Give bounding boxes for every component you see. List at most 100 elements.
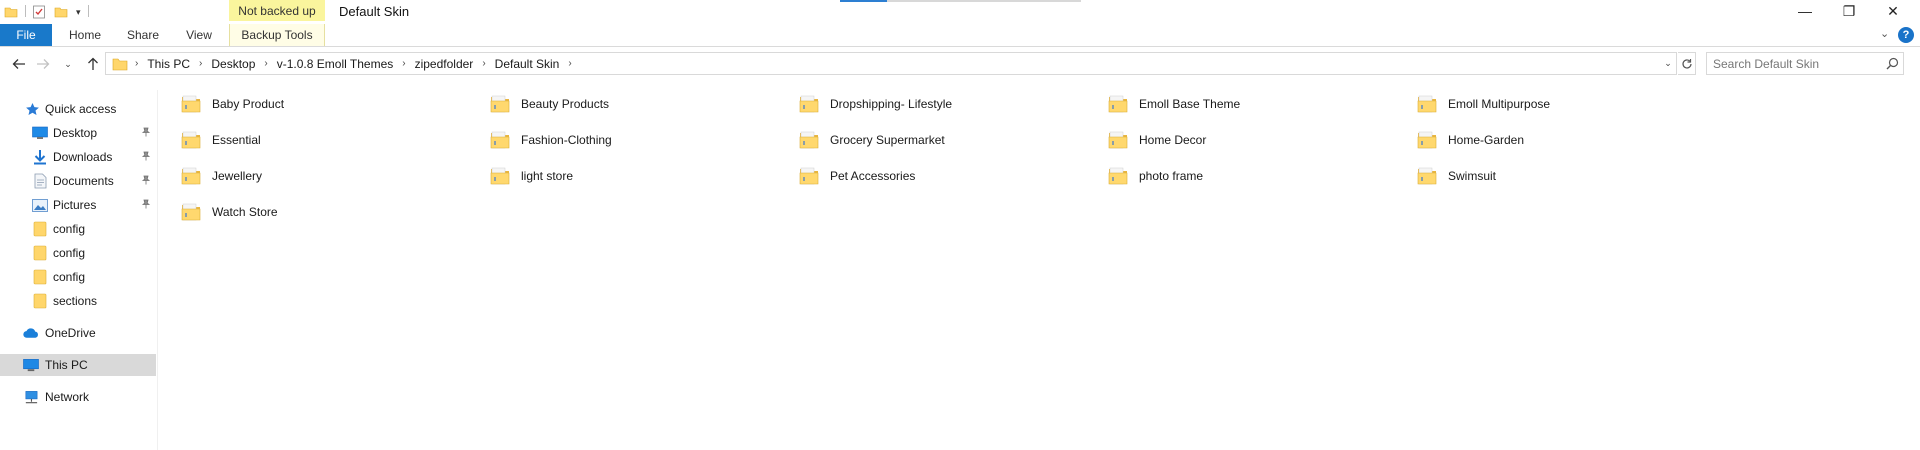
properties-icon[interactable] (32, 3, 46, 21)
nav-item-documents[interactable]: Documents (0, 170, 156, 192)
folder-item[interactable]: Fashion-Clothing (489, 126, 789, 154)
nav-item-desktop[interactable]: Desktop (0, 122, 156, 144)
context-tab-header: Not backed up (229, 0, 325, 21)
help-icon[interactable]: ? (1898, 27, 1914, 43)
restore-button[interactable]: ❐ (1826, 0, 1872, 22)
breadcrumb-default-skin[interactable]: Default Skin (491, 57, 564, 71)
pin-icon[interactable] (141, 199, 151, 212)
folder-icon (32, 221, 48, 237)
breadcrumb-desktop[interactable]: Desktop (207, 57, 259, 71)
new-folder-icon[interactable] (54, 3, 68, 21)
chevron-right-icon[interactable]: › (563, 58, 576, 69)
breadcrumb-zipedfolder[interactable]: zipedfolder (411, 57, 478, 71)
folder-item[interactable]: Swimsuit (1416, 162, 1716, 190)
ribbon-tabs: File Home Share View Backup Tools ⌄ ? (0, 24, 1920, 47)
nav-item-label: Quick access (45, 102, 117, 116)
folder-name: Baby Product (212, 97, 285, 111)
folder-icon (180, 129, 202, 151)
folder-icon (180, 165, 202, 187)
desktop-icon (32, 125, 48, 141)
pin-icon[interactable] (141, 127, 151, 140)
nav-item-downloads[interactable]: Downloads (0, 146, 156, 168)
chevron-right-icon[interactable]: › (397, 58, 410, 69)
nav-item-config[interactable]: config (0, 242, 156, 264)
folder-name: Pet Accessories (830, 169, 916, 183)
nav-item-config[interactable]: config (0, 218, 156, 240)
nav-item-quick-access[interactable]: Quick access (0, 98, 156, 120)
file-list: Baby Product Beauty Products Dropshipping-… (170, 88, 1910, 450)
breadcrumb-this-pc[interactable]: This PC (143, 57, 194, 71)
search-box[interactable] (1706, 52, 1904, 75)
folder-item[interactable]: Watch Store (180, 198, 480, 226)
folder-icon (489, 165, 511, 187)
folder-item[interactable]: light store (489, 162, 789, 190)
expand-ribbon-icon[interactable]: ⌄ (1880, 27, 1889, 40)
folder-item[interactable]: Home Decor (1107, 126, 1407, 154)
chevron-right-icon[interactable]: › (194, 58, 207, 69)
chevron-right-icon[interactable]: › (259, 58, 272, 69)
folder-item[interactable]: Baby Product (180, 90, 480, 118)
folder-item[interactable]: Grocery Supermarket (798, 126, 1098, 154)
nav-item-label: Network (45, 390, 90, 404)
chevron-right-icon[interactable]: › (130, 58, 143, 69)
recent-locations-dropdown[interactable]: ⌄ (62, 55, 74, 73)
network-icon (23, 389, 39, 405)
folder-item[interactable]: Jewellery (180, 162, 480, 190)
folder-name: Essential (212, 133, 261, 147)
chevron-down-icon[interactable]: ⌄ (1660, 53, 1676, 74)
nav-item-network[interactable]: Network (0, 386, 156, 408)
tab-file[interactable]: File (0, 24, 52, 46)
folder-item[interactable]: photo frame (1107, 162, 1407, 190)
folder-name: Fashion-Clothing (521, 133, 612, 147)
nav-item-label: config (53, 222, 86, 236)
pin-icon[interactable] (141, 151, 151, 164)
folder-item[interactable]: Home-Garden (1416, 126, 1716, 154)
folder-icon (798, 165, 820, 187)
folder-item[interactable]: Essential (180, 126, 480, 154)
folder-icon (1107, 165, 1129, 187)
folder-icon (180, 93, 202, 115)
tab-home[interactable]: Home (59, 24, 111, 46)
breadcrumb-emoll-themes[interactable]: v-1.0.8 Emoll Themes (273, 57, 398, 71)
folder-item[interactable]: Beauty Products (489, 90, 789, 118)
tab-share[interactable]: Share (118, 24, 168, 46)
nav-item-label: config (53, 270, 86, 284)
folder-icon (32, 293, 48, 309)
folder-icon (489, 129, 511, 151)
nav-item-label: This PC (45, 358, 88, 372)
pin-icon[interactable] (141, 175, 151, 188)
folder-icon (1416, 93, 1438, 115)
search-icon[interactable] (1886, 57, 1899, 73)
back-button[interactable] (8, 55, 30, 73)
search-input[interactable] (1713, 56, 1883, 71)
folder-icon (1416, 129, 1438, 151)
nav-item-pictures[interactable]: Pictures (0, 194, 156, 216)
address-bar[interactable]: › This PC › Desktop › v-1.0.8 Emoll Them… (105, 52, 1677, 75)
documents-icon (32, 173, 48, 189)
folder-icon (489, 93, 511, 115)
close-button[interactable]: ✕ (1870, 0, 1916, 22)
forward-button[interactable] (32, 55, 54, 73)
nav-item-onedrive[interactable]: OneDrive (0, 322, 156, 344)
folder-item[interactable]: Dropshipping- Lifestyle (798, 90, 1098, 118)
folder-name: Dropshipping- Lifestyle (830, 97, 953, 111)
refresh-button[interactable] (1678, 52, 1696, 75)
up-button[interactable] (82, 55, 104, 73)
progress-indicator (840, 0, 887, 2)
separator (25, 5, 26, 17)
nav-item-sections[interactable]: sections (0, 290, 156, 312)
customize-toolbar-dropdown[interactable]: ▾ (76, 3, 81, 21)
tab-view[interactable]: View (176, 24, 222, 46)
tab-backup-tools[interactable]: Backup Tools (229, 24, 325, 46)
chevron-right-icon[interactable]: › (477, 58, 490, 69)
folder-item[interactable]: Pet Accessories (798, 162, 1098, 190)
nav-item-label: Downloads (53, 150, 113, 164)
nav-item-label: OneDrive (45, 326, 96, 340)
folder-item[interactable]: Emoll Multipurpose (1416, 90, 1716, 118)
folder-name: Emoll Multipurpose (1448, 97, 1551, 111)
folder-name: Swimsuit (1448, 169, 1497, 183)
nav-item-config[interactable]: config (0, 266, 156, 288)
nav-item-this-pc[interactable]: This PC (0, 354, 156, 376)
folder-item[interactable]: Emoll Base Theme (1107, 90, 1407, 118)
minimize-button[interactable]: — (1782, 0, 1828, 22)
